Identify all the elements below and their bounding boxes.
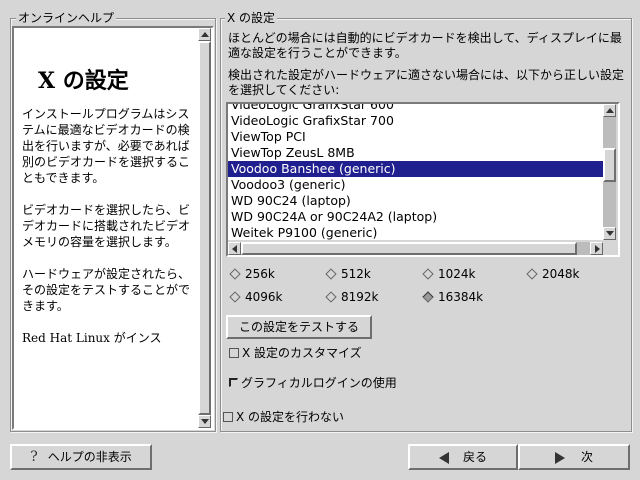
hide-help-label: ヘルプの非表示 [47,450,132,464]
memory-option-1024k[interactable]: 1024k [421,266,476,282]
scroll-down-icon[interactable] [603,227,616,240]
help-paragraph: ビデオカードを選択したら、ビデオカードに搭載されたビデオメモリの容量を選択します… [22,203,191,249]
list-scroll-thumb[interactable] [603,148,616,182]
help-scrollbar[interactable] [198,28,211,428]
test-settings-label: この設定をテストする [238,320,359,334]
list-vertical-scrollbar[interactable] [603,104,616,240]
test-settings-button[interactable]: この設定をテストする [226,315,372,339]
memory-option-label: 2048k [542,267,580,281]
next-button[interactable]: 次 [518,444,630,470]
next-label: 次 [580,450,593,464]
memory-option-label: 256k [245,267,275,281]
video-card-item[interactable]: WD 90C24 (laptop) [228,193,603,209]
help-text: X の設定 インストールプログラムはシステムに最適なビデオカードの検出を行います… [14,68,198,362]
memory-option-label: 1024k [438,267,476,281]
list-h-scroll-thumb[interactable] [241,242,577,255]
memory-option-label: 16384k [438,290,484,304]
memory-option-label: 4096k [245,290,283,304]
video-card-item[interactable]: ViewTop PCI [228,129,603,145]
video-card-item[interactable]: VideoLogic GrafixStar 600 [228,104,603,113]
video-card-item[interactable]: WD 90C24A or 90C24A2 (laptop) [228,209,603,225]
skip-x-config-checkbox[interactable]: X の設定を行わない [220,409,344,425]
hide-help-button[interactable]: ? ヘルプの非表示 [10,444,152,470]
checkbox-icon [229,378,238,387]
video-card-item[interactable]: Voodoo Banshee (generic) [228,161,603,177]
help-paragraph: Red Hat Linux がインス [22,331,162,345]
help-scroll-thumb[interactable] [198,41,211,415]
checkbox-icon [229,347,239,358]
video-card-list-viewport: VideoLogic GrafixStar 600 VideoLogic Graf… [228,104,603,240]
radio-icon [229,268,241,280]
checkbox-icon [223,411,233,422]
memory-option-2048k[interactable]: 2048k [525,266,580,282]
help-text-area: X の設定 インストールプログラムはシステムに最適なビデオカードの検出を行います… [12,26,214,430]
instruction-text: 検出された設定がハードウェアに適さない場合には、以下から正しい設定を選択してくだ… [228,68,625,97]
radio-icon [325,268,337,280]
memory-option-label: 512k [341,267,371,281]
scroll-right-icon[interactable] [590,242,603,255]
back-button[interactable]: 戻る [408,444,518,470]
radio-icon [229,291,241,303]
video-card-listbox[interactable]: VideoLogic GrafixStar 600 VideoLogic Graf… [226,102,620,257]
customize-x-label: X 設定のカスタマイズ [242,346,362,360]
scroll-up-icon[interactable] [603,104,616,117]
memory-option-512k[interactable]: 512k [324,266,371,282]
help-heading: X の設定 [38,68,129,94]
help-frame-title: オンラインヘルプ [16,11,117,25]
memory-option-256k[interactable]: 256k [228,266,275,282]
video-card-item[interactable]: ViewTop ZeusL 8MB [228,145,603,161]
x-config-frame-title: X の設定 [225,11,278,25]
help-icon: ? [30,449,38,465]
radio-selected-icon [422,291,434,303]
radio-icon [325,291,337,303]
video-card-item[interactable]: Voodoo3 (generic) [228,177,603,193]
memory-option-8192k[interactable]: 8192k [324,289,379,305]
intro-text: ほとんどの場合には自動的にビデオカードを検出して、ディスプレイに最適な設定を行う… [228,31,622,60]
video-card-list: VideoLogic GrafixStar 600 VideoLogic Graf… [228,104,603,240]
video-card-item[interactable]: VideoLogic GrafixStar 700 [228,113,603,129]
customize-x-checkbox[interactable]: X 設定のカスタマイズ [226,345,362,361]
scroll-down-icon[interactable] [198,415,211,428]
list-horizontal-scrollbar[interactable] [228,242,603,255]
video-card-item[interactable]: Weitek P9100 (generic) [228,225,603,240]
back-label: 戻る [462,450,487,464]
scroll-left-icon[interactable] [228,242,241,255]
memory-option-label: 8192k [341,290,379,304]
radio-icon [422,268,434,280]
graphical-login-label: グラフィカルログインの使用 [241,376,397,390]
skip-x-config-label: X の設定を行わない [236,410,345,424]
graphical-login-checkbox[interactable]: グラフィカルログインの使用 [226,375,397,391]
scroll-up-icon[interactable] [198,28,211,41]
help-text-viewport: X の設定 インストールプログラムはシステムに最適なビデオカードの検出を行います… [14,28,198,428]
memory-option-16384k[interactable]: 16384k [421,289,483,305]
radio-icon [526,268,538,280]
help-paragraph: ハードウェアが設定されたら、その設定をテストすることができます。 [22,267,191,313]
back-arrow-icon [438,451,449,464]
next-arrow-icon [554,451,565,464]
help-paragraph: インストールプログラムはシステムに最適なビデオカードの検出を行いますが、必要であ… [22,107,191,185]
memory-option-4096k[interactable]: 4096k [228,289,283,305]
